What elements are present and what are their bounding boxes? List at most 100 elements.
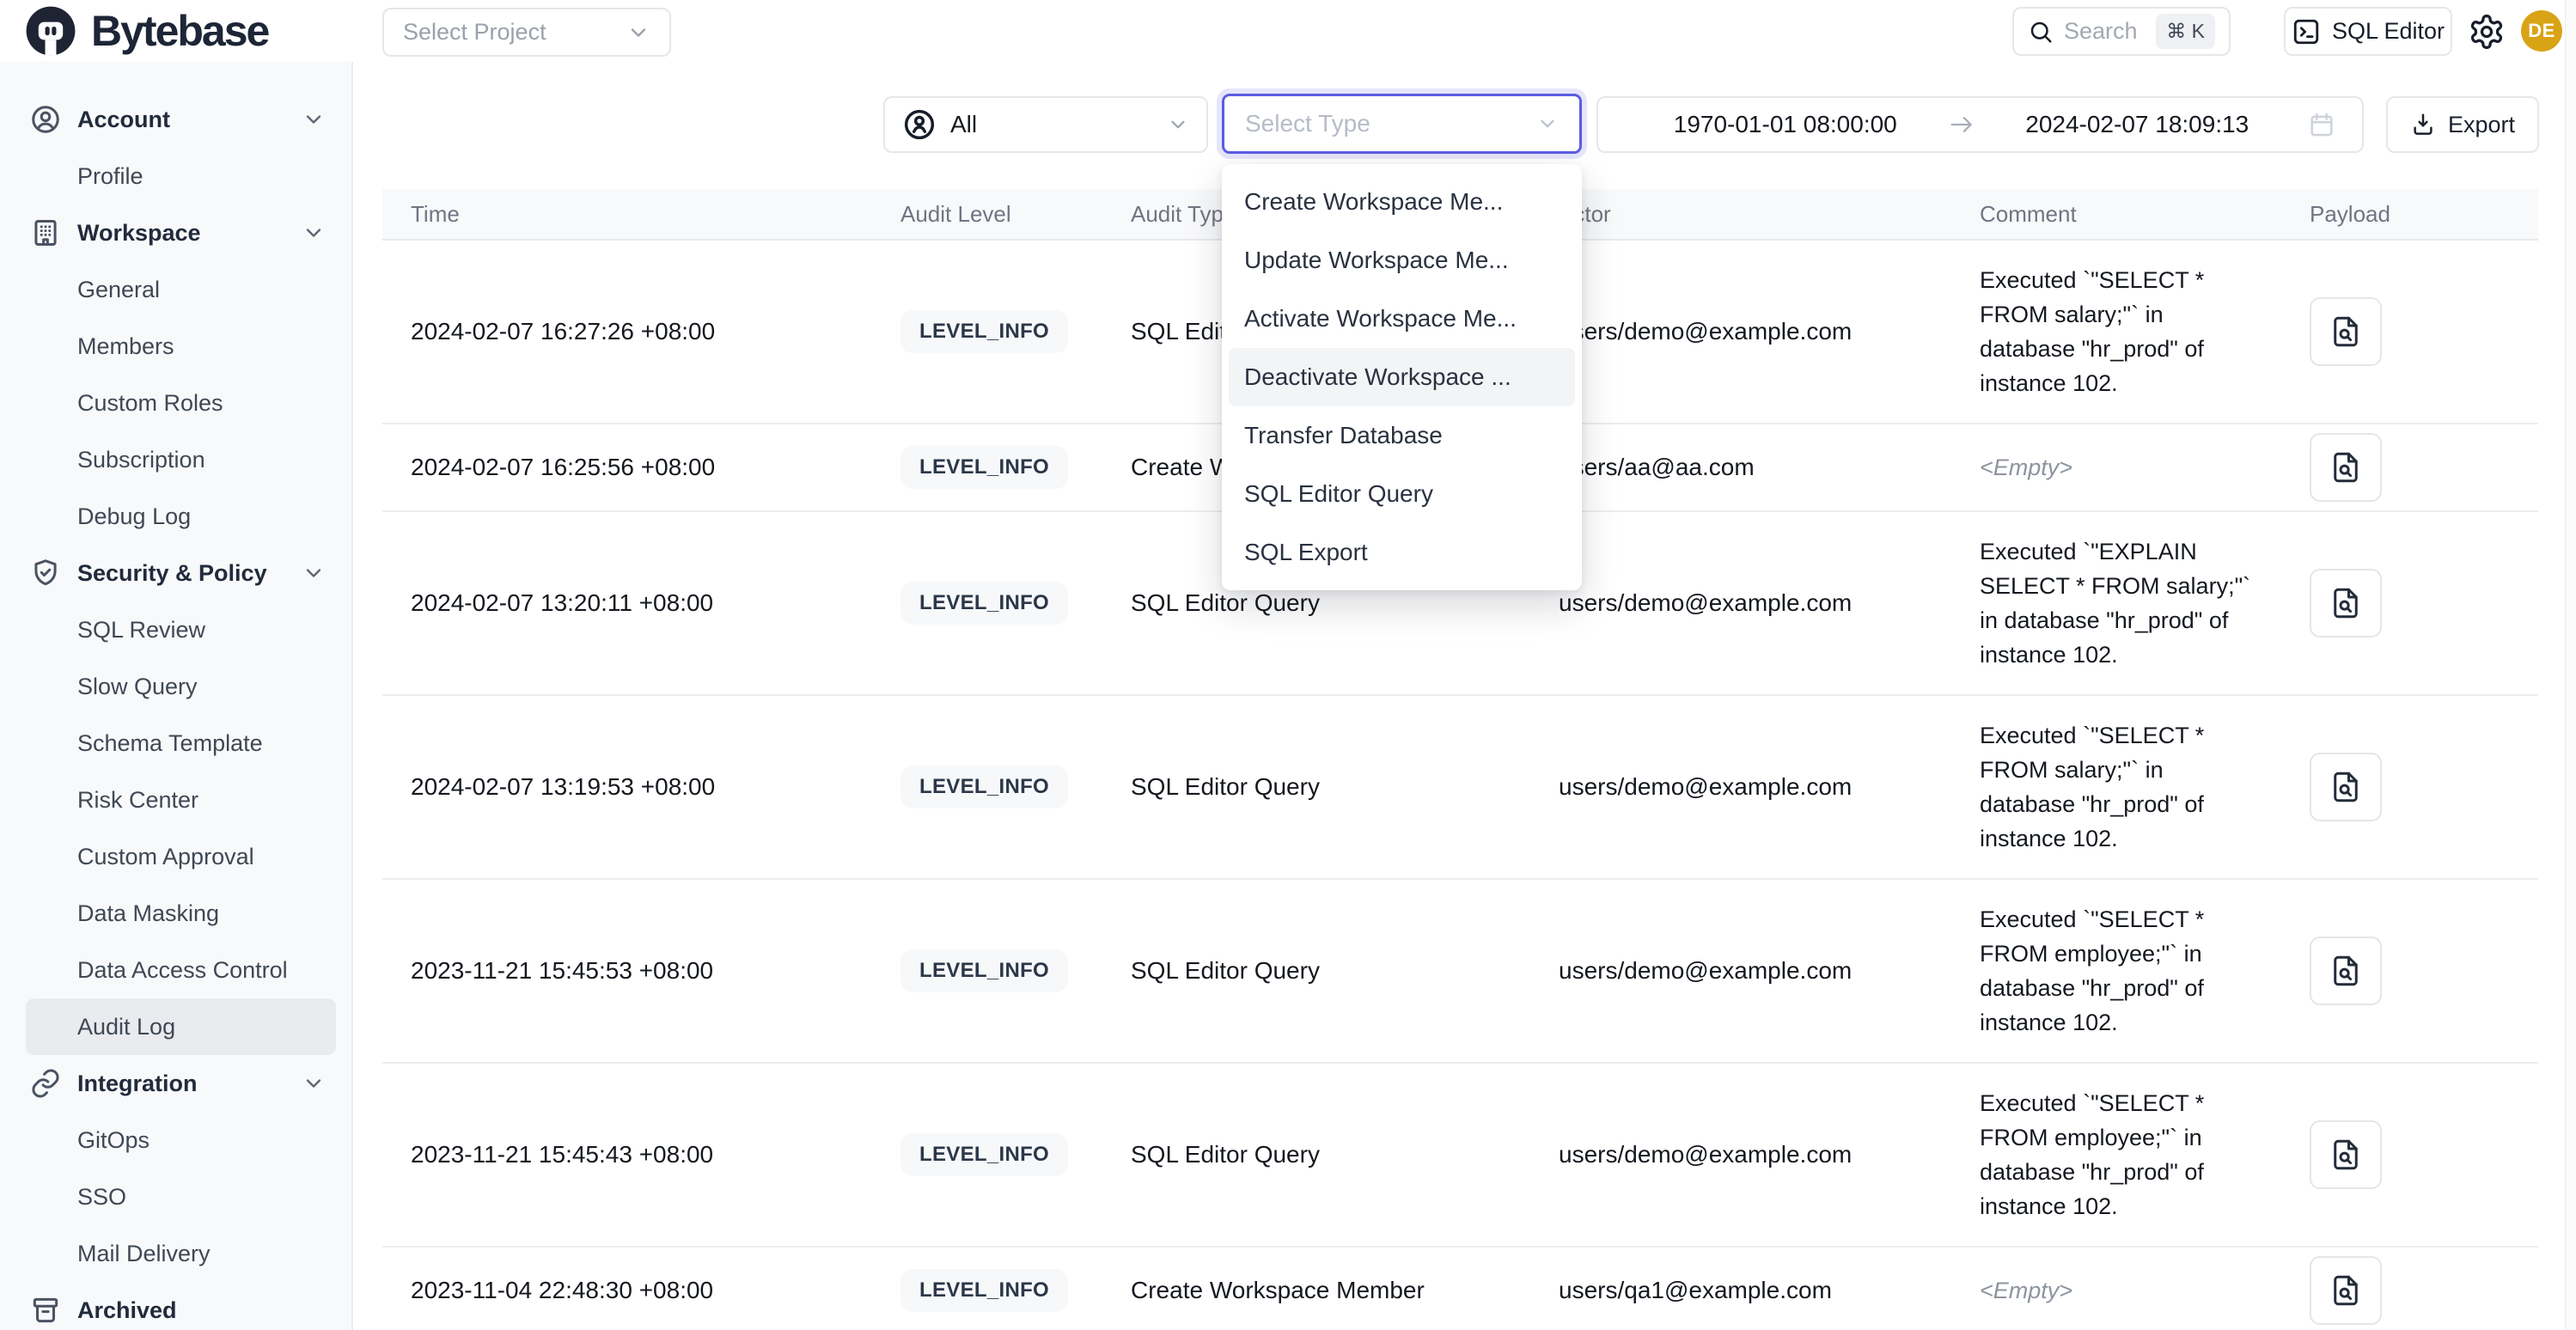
chevron-down-icon [302, 107, 326, 131]
file-search-icon [2328, 585, 2364, 621]
cell-payload [2303, 569, 2538, 638]
calendar-icon[interactable] [2307, 110, 2336, 139]
sidebar-item-label: Data Access Control [77, 957, 288, 984]
level-badge: LEVEL_INFO [900, 582, 1068, 625]
cell-audit-level: LEVEL_INFO [895, 1269, 1117, 1312]
payload-view-button[interactable] [2310, 1256, 2382, 1325]
sidebar-item-mail-delivery[interactable]: Mail Delivery [26, 1225, 336, 1282]
payload-view-button[interactable] [2310, 753, 2382, 821]
sidebar-section-integration[interactable]: Integration [26, 1055, 336, 1112]
column-header-time: Time [382, 201, 895, 228]
sidebar-item-label: Schema Template [77, 730, 263, 757]
type-option-update-workspace-me[interactable]: Update Workspace Me... [1222, 231, 1582, 290]
type-option-activate-workspace-me[interactable]: Activate Workspace Me... [1222, 290, 1582, 348]
payload-view-button[interactable] [2310, 936, 2382, 1005]
link-icon [29, 1067, 62, 1100]
date-range-picker[interactable]: 1970-01-01 08:00:00 2024-02-07 18:09:13 [1596, 96, 2364, 153]
terminal-icon [2292, 17, 2321, 46]
sidebar-item-members[interactable]: Members [26, 318, 336, 375]
cell-payload [2303, 1120, 2538, 1189]
cell-time: 2023-11-21 15:45:43 +08:00 [382, 1141, 895, 1168]
cell-payload [2303, 433, 2538, 502]
sidebar-item-slow-query[interactable]: Slow Query [26, 658, 336, 715]
payload-view-button[interactable] [2310, 433, 2382, 502]
sidebar-section-security-policy[interactable]: Security & Policy [26, 545, 336, 601]
search-input[interactable]: Search ⌘ K [2012, 7, 2231, 56]
cell-comment: Executed `"SELECT * FROM employee;"` in … [1968, 1064, 2303, 1246]
date-from[interactable]: 1970-01-01 08:00:00 [1624, 111, 1947, 138]
sidebar-item-custom-roles[interactable]: Custom Roles [26, 375, 336, 431]
sidebar-section-archived[interactable]: Archived [26, 1282, 336, 1330]
chevron-down-icon [302, 1071, 326, 1095]
brand-logo[interactable]: Bytebase [24, 4, 268, 58]
cell-audit-type: SQL Editor Query [1117, 1141, 1547, 1168]
sidebar-section-label: Security & Policy [77, 560, 267, 587]
sidebar: AccountProfileWorkspaceGeneralMembersCus… [0, 62, 353, 1330]
sidebar-item-audit-log[interactable]: Audit Log [26, 998, 336, 1055]
type-filter-placeholder: Select Type [1245, 110, 1370, 137]
sidebar-item-risk-center[interactable]: Risk Center [26, 772, 336, 828]
payload-view-button[interactable] [2310, 569, 2382, 638]
sidebar-item-label: SSO [77, 1184, 126, 1211]
column-header-comment: Comment [1968, 201, 2303, 228]
sidebar-item-label: Custom Approval [77, 844, 254, 870]
avatar[interactable]: DE [2521, 10, 2562, 52]
scrollbar[interactable] [2565, 0, 2576, 1330]
sidebar-item-data-masking[interactable]: Data Masking [26, 885, 336, 942]
sidebar-item-label: Mail Delivery [77, 1241, 211, 1267]
date-to[interactable]: 2024-02-07 18:09:13 [1976, 111, 2299, 138]
level-badge: LEVEL_INFO [900, 1269, 1068, 1312]
sidebar-item-schema-template[interactable]: Schema Template [26, 715, 336, 772]
sidebar-item-general[interactable]: General [26, 261, 336, 318]
sidebar-item-custom-approval[interactable]: Custom Approval [26, 828, 336, 885]
sidebar-item-data-access-control[interactable]: Data Access Control [26, 942, 336, 998]
level-badge: LEVEL_INFO [900, 1133, 1068, 1176]
topbar: Bytebase Select Project Search ⌘ K SQL E… [0, 0, 2576, 62]
chevron-down-icon [302, 221, 326, 245]
project-select[interactable]: Select Project [382, 8, 671, 57]
type-option-deactivate-workspace[interactable]: Deactivate Workspace ... [1229, 348, 1575, 406]
type-filter-select[interactable]: Select Type [1222, 94, 1582, 154]
file-search-icon [2328, 1272, 2364, 1309]
level-badge: LEVEL_INFO [900, 446, 1068, 489]
payload-view-button[interactable] [2310, 1120, 2382, 1189]
gear-icon[interactable] [2468, 13, 2506, 51]
cell-audit-type: SQL Editor Query [1117, 589, 1547, 617]
sidebar-section-label: Account [77, 107, 170, 133]
type-option-sql-editor-query[interactable]: SQL Editor Query [1222, 465, 1582, 523]
payload-view-button[interactable] [2310, 297, 2382, 366]
cell-payload [2303, 936, 2538, 1005]
sidebar-item-debug-log[interactable]: Debug Log [26, 488, 336, 545]
type-option-create-workspace-me[interactable]: Create Workspace Me... [1222, 173, 1582, 231]
sidebar-section-account[interactable]: Account [26, 91, 336, 148]
cell-comment: Executed `"SELECT * FROM salary;"` in da… [1968, 241, 2303, 423]
sql-editor-button[interactable]: SQL Editor [2284, 7, 2452, 56]
cell-actor: users/qa1@example.com [1547, 1277, 1968, 1304]
sidebar-item-subscription[interactable]: Subscription [26, 431, 336, 488]
sidebar-item-label: Data Masking [77, 900, 219, 927]
sidebar-item-sql-review[interactable]: SQL Review [26, 601, 336, 658]
building-icon [29, 217, 62, 249]
sidebar-item-sso[interactable]: SSO [26, 1168, 336, 1225]
person-circle-icon [902, 107, 937, 142]
sidebar-section-workspace[interactable]: Workspace [26, 204, 336, 261]
table-row: 2023-11-21 15:45:53 +08:00LEVEL_INFOSQL … [382, 880, 2538, 1064]
level-badge: LEVEL_INFO [900, 310, 1068, 353]
export-button[interactable]: Export [2386, 96, 2539, 153]
cell-audit-level: LEVEL_INFO [895, 766, 1117, 808]
sidebar-section-label: Integration [77, 1071, 198, 1097]
actor-filter-select[interactable]: All [883, 96, 1208, 153]
type-option-sql-export[interactable]: SQL Export [1222, 523, 1582, 582]
bytebase-logo-icon [24, 4, 77, 58]
sidebar-item-profile[interactable]: Profile [26, 148, 336, 204]
level-badge: LEVEL_INFO [900, 949, 1068, 992]
export-label: Export [2448, 112, 2515, 138]
column-header-level: Audit Level [895, 201, 1117, 228]
download-icon [2410, 112, 2436, 137]
type-option-transfer-database[interactable]: Transfer Database [1222, 406, 1582, 465]
cell-comment: Executed `"SELECT * FROM salary;"` in da… [1968, 696, 2303, 878]
sidebar-item-gitops[interactable]: GitOps [26, 1112, 336, 1168]
cell-comment: Executed `"EXPLAIN SELECT * FROM salary;… [1968, 512, 2303, 694]
project-select-value: Select Project [403, 19, 546, 46]
cell-time: 2023-11-21 15:45:53 +08:00 [382, 957, 895, 985]
